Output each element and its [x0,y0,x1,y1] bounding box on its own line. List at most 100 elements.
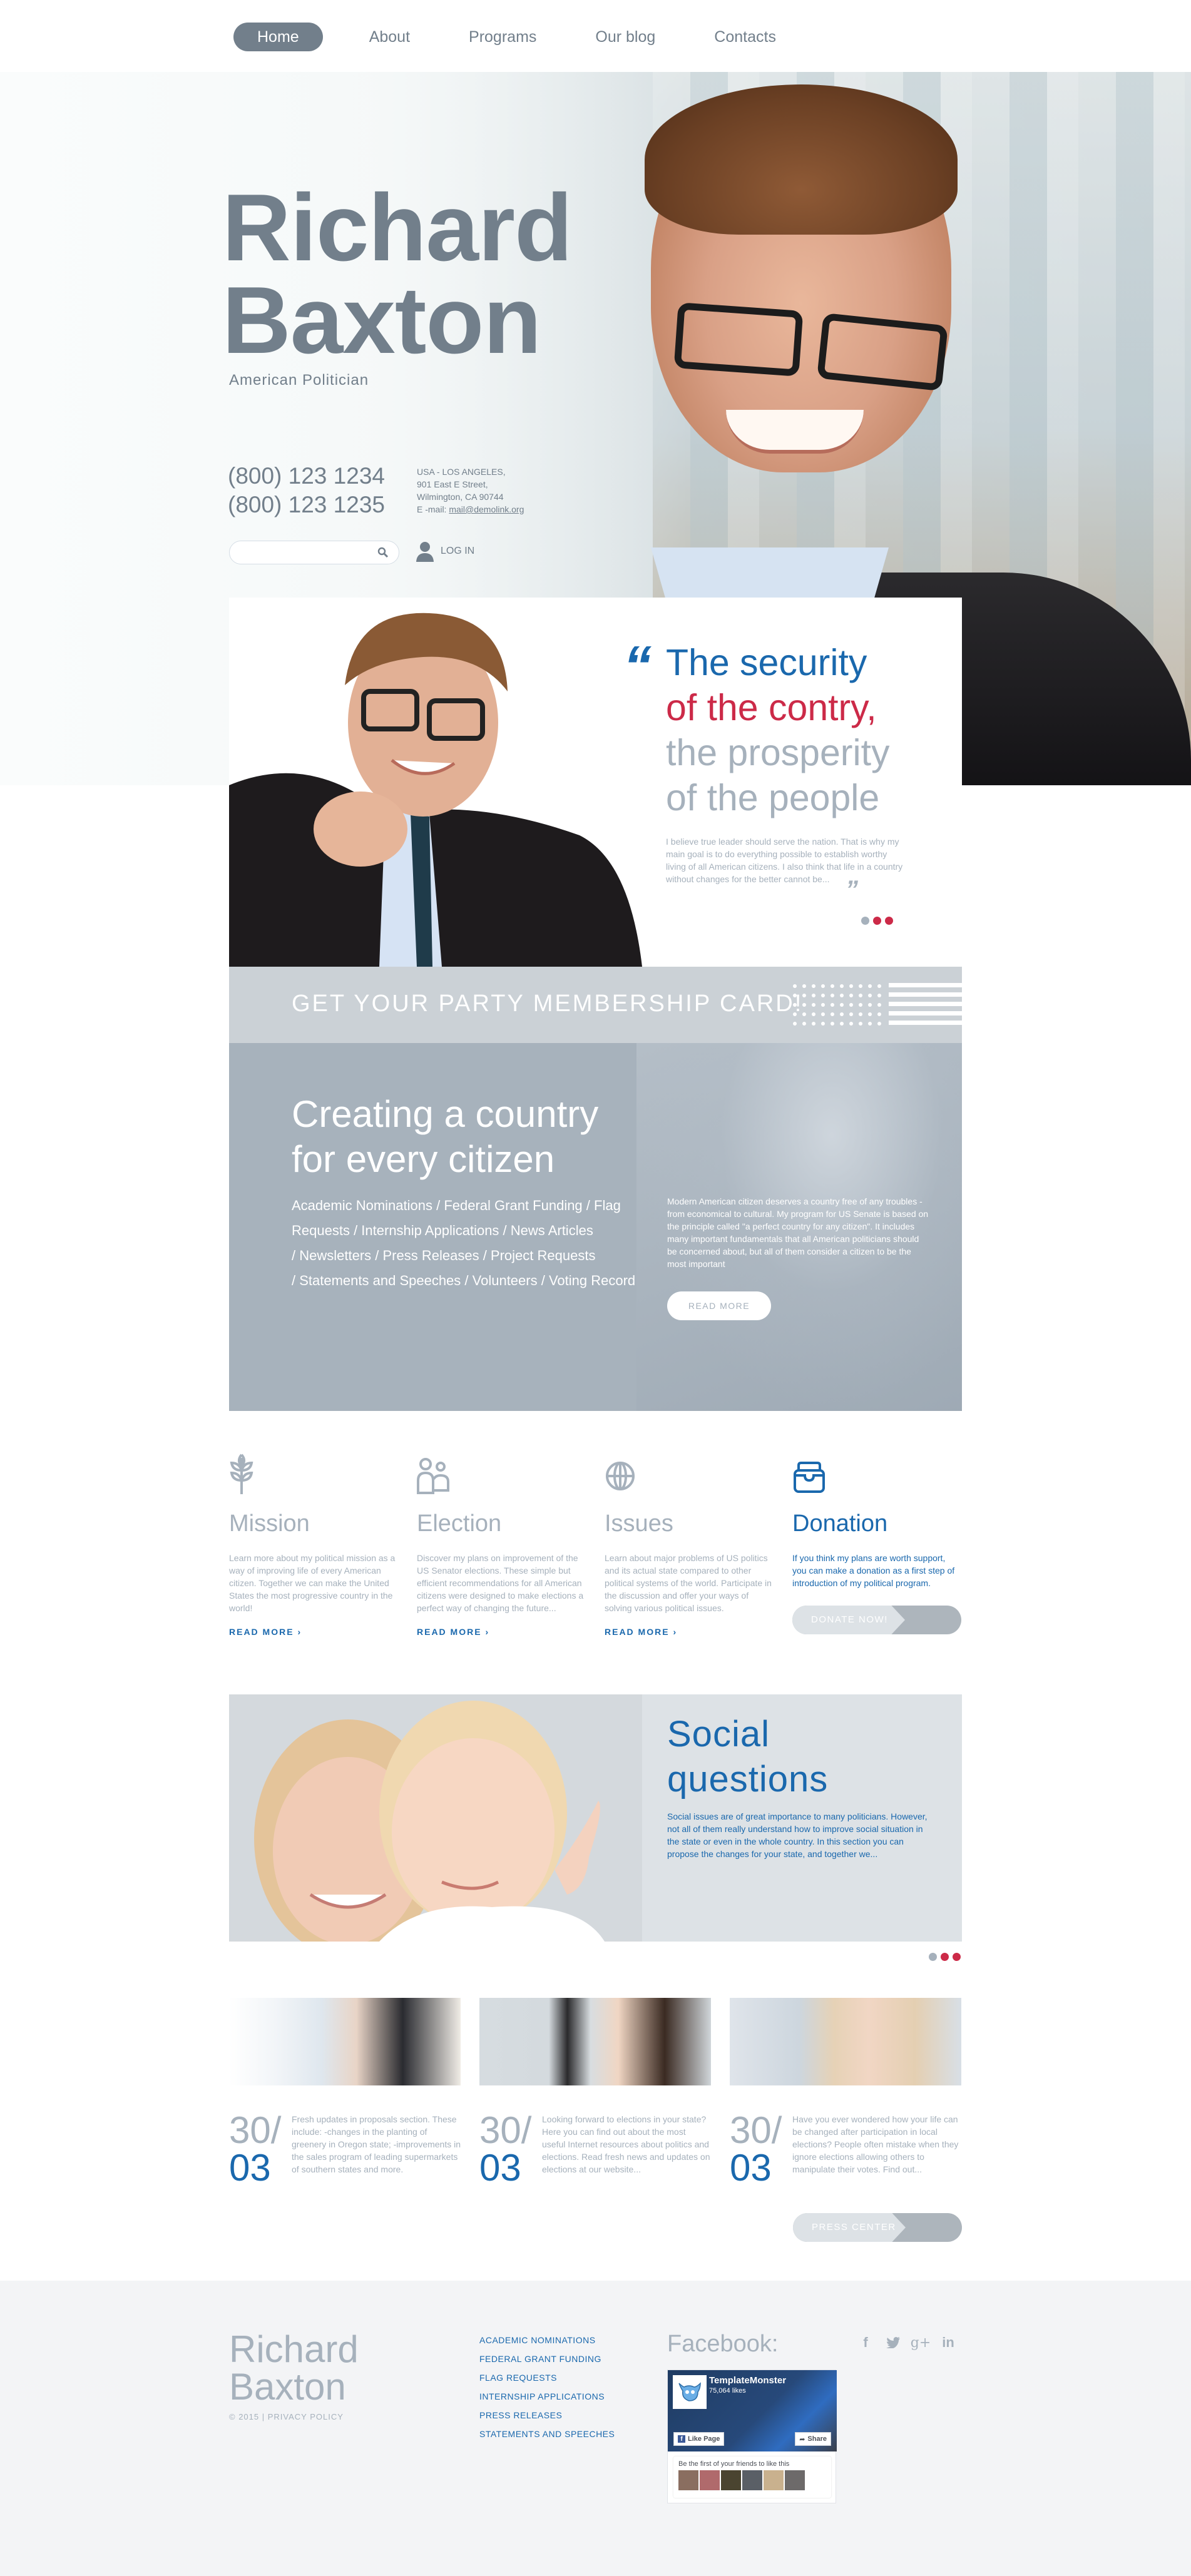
avatar[interactable] [785,2470,805,2490]
news-month: 03 [479,2147,521,2189]
search-input[interactable] [238,541,376,564]
flag-icon [793,983,962,1026]
news-date: 30/03 [229,2112,292,2187]
read-more-link[interactable]: READ MORE › [417,1627,586,1637]
avatar[interactable] [764,2470,784,2490]
facebook-icon[interactable]: f [859,2334,872,2351]
flag-star [812,1022,815,1026]
flag-star [849,1003,853,1007]
quote-open-icon: “ [623,635,652,698]
pager-dot-3[interactable] [953,1953,961,1961]
pager-dot-1[interactable] [861,917,869,925]
avatar[interactable] [700,2470,720,2490]
news-image-binoculars[interactable] [479,1998,711,2085]
program-link[interactable]: Internship Applications [361,1223,499,1238]
press-center-label: PRESS CENTER [793,2213,906,2242]
link-separator: / [432,1198,444,1213]
membership-banner[interactable]: GET YOUR PARTY MEMBERSHIP CARD! [229,967,962,1043]
linkedin-icon[interactable]: in [941,2334,955,2351]
nav-menu: Home About Programs Our blog Contacts [233,23,819,51]
twitter-icon[interactable] [886,2334,900,2351]
flag-star [821,1022,825,1026]
copyright-privacy-policy[interactable]: © 2015 | PRIVACY POLICY [229,2412,344,2421]
social-heading-line-2: questions [667,1759,829,1800]
flag-star [859,984,862,988]
program-link[interactable]: Academic Nominations [292,1198,432,1213]
portrait-glasses-left [673,302,804,377]
avatar[interactable] [678,2470,698,2490]
search-icon[interactable] [377,547,389,558]
email-link[interactable]: mail@demolink.org [449,504,524,514]
news-month: 03 [229,2147,271,2189]
feature-mission: Mission Learn more about my political mi… [229,1452,398,1637]
quote-line-3: the prosperity [666,732,890,773]
program-link[interactable]: Statements and Speeches [299,1273,461,1288]
program-link[interactable]: Project Requests [491,1248,596,1263]
read-more-link[interactable]: READ MORE › [229,1627,398,1637]
news-item: 30/03 Fresh updates in proposals section… [229,1998,461,2187]
pager-dot-1[interactable] [929,1953,937,1961]
flag-star [849,1012,853,1016]
program-link[interactable]: Press Releases [383,1248,479,1263]
fb-likes-count: 75,064 likes [709,2387,746,2395]
nav-item-programs[interactable]: Programs [452,23,553,51]
news-image-smiling-woman[interactable] [730,1998,961,2085]
nav-item-about[interactable]: About [353,23,426,51]
flag-star [793,1012,797,1016]
flag-star [831,984,834,988]
link-separator: / [349,1223,362,1238]
quote-line-2: of the contry, [666,687,877,728]
press-center-button[interactable]: PRESS CENTER [793,2213,962,2242]
flag-star [831,1012,834,1016]
footer-name: Richard Baxton [229,2331,359,2406]
avatar[interactable] [742,2470,762,2490]
feature-title: Mission [229,1510,310,1537]
program-link[interactable]: News Articles [511,1223,593,1238]
google-plus-icon[interactable]: g+ [911,2334,931,2351]
fb-like-page-button[interactable]: f Like Page [673,2432,725,2446]
read-more-link[interactable]: READ MORE › [605,1627,774,1637]
program-link[interactable]: Newsletters [299,1248,371,1263]
footer-link-flag-requests[interactable]: FLAG REQUESTS [479,2368,615,2387]
flag-star [793,1003,797,1007]
pager-dot-2[interactable] [873,917,881,925]
flag-star [849,994,853,997]
social-pager [929,1953,961,1961]
program-link[interactable]: Federal Grant Funding [444,1198,582,1213]
footer-link-internship-applications[interactable]: INTERNSHIP APPLICATIONS [479,2387,615,2406]
footer-link-academic-nominations[interactable]: ACADEMIC NOMINATIONS [479,2331,615,2349]
phone-1: (800) 123 1234 [228,463,385,489]
facebook-icon: f [678,2435,685,2443]
nav-item-our-blog[interactable]: Our blog [579,23,672,51]
share-arrow-icon: ➦ [799,2435,805,2443]
program-heading-line-2: for every citizen [292,1138,555,1180]
program-link[interactable]: Volunteers [473,1273,538,1288]
children-image [229,1694,642,1942]
fb-friend-avatars [678,2470,826,2490]
quote-close-icon: ” [846,876,858,904]
templatemonster-logo[interactable] [673,2375,707,2409]
footer-link-federal-grant-funding[interactable]: FEDERAL GRANT FUNDING [479,2349,615,2368]
pager-dot-3[interactable] [885,917,893,925]
fb-share-button[interactable]: ➦ Share [795,2432,831,2446]
fb-page-name[interactable]: TemplateMonster [709,2375,786,2386]
avatar[interactable] [721,2470,741,2490]
facebook-cover: TemplateMonster 75,064 likes f Like Page … [668,2370,837,2451]
nav-item-contacts[interactable]: Contacts [698,23,792,51]
nav-item-home[interactable]: Home [233,23,323,51]
flag-star [812,994,815,997]
program-link[interactable]: Voting Record [549,1273,635,1288]
footer-link-press-releases[interactable]: PRESS RELEASES [479,2406,615,2425]
donate-now-button[interactable]: DONATE NOW! [792,1606,961,1634]
flag-star [840,994,844,997]
flag-star [802,994,806,997]
login-link[interactable]: LOG IN [416,541,474,562]
flag-star [831,1022,834,1026]
footer-link-statements-and-speeches[interactable]: STATEMENTS AND SPEECHES [479,2425,615,2443]
pager-dot-2[interactable] [941,1953,949,1961]
news-image-woman-phone[interactable] [229,1998,461,2085]
feature-body: Discover my plans on improvement of the … [417,1553,584,1613]
news-date: 30/03 [730,2112,792,2187]
social-icons: f g+ in [859,2334,955,2351]
read-more-button[interactable]: READ MORE [667,1291,771,1320]
